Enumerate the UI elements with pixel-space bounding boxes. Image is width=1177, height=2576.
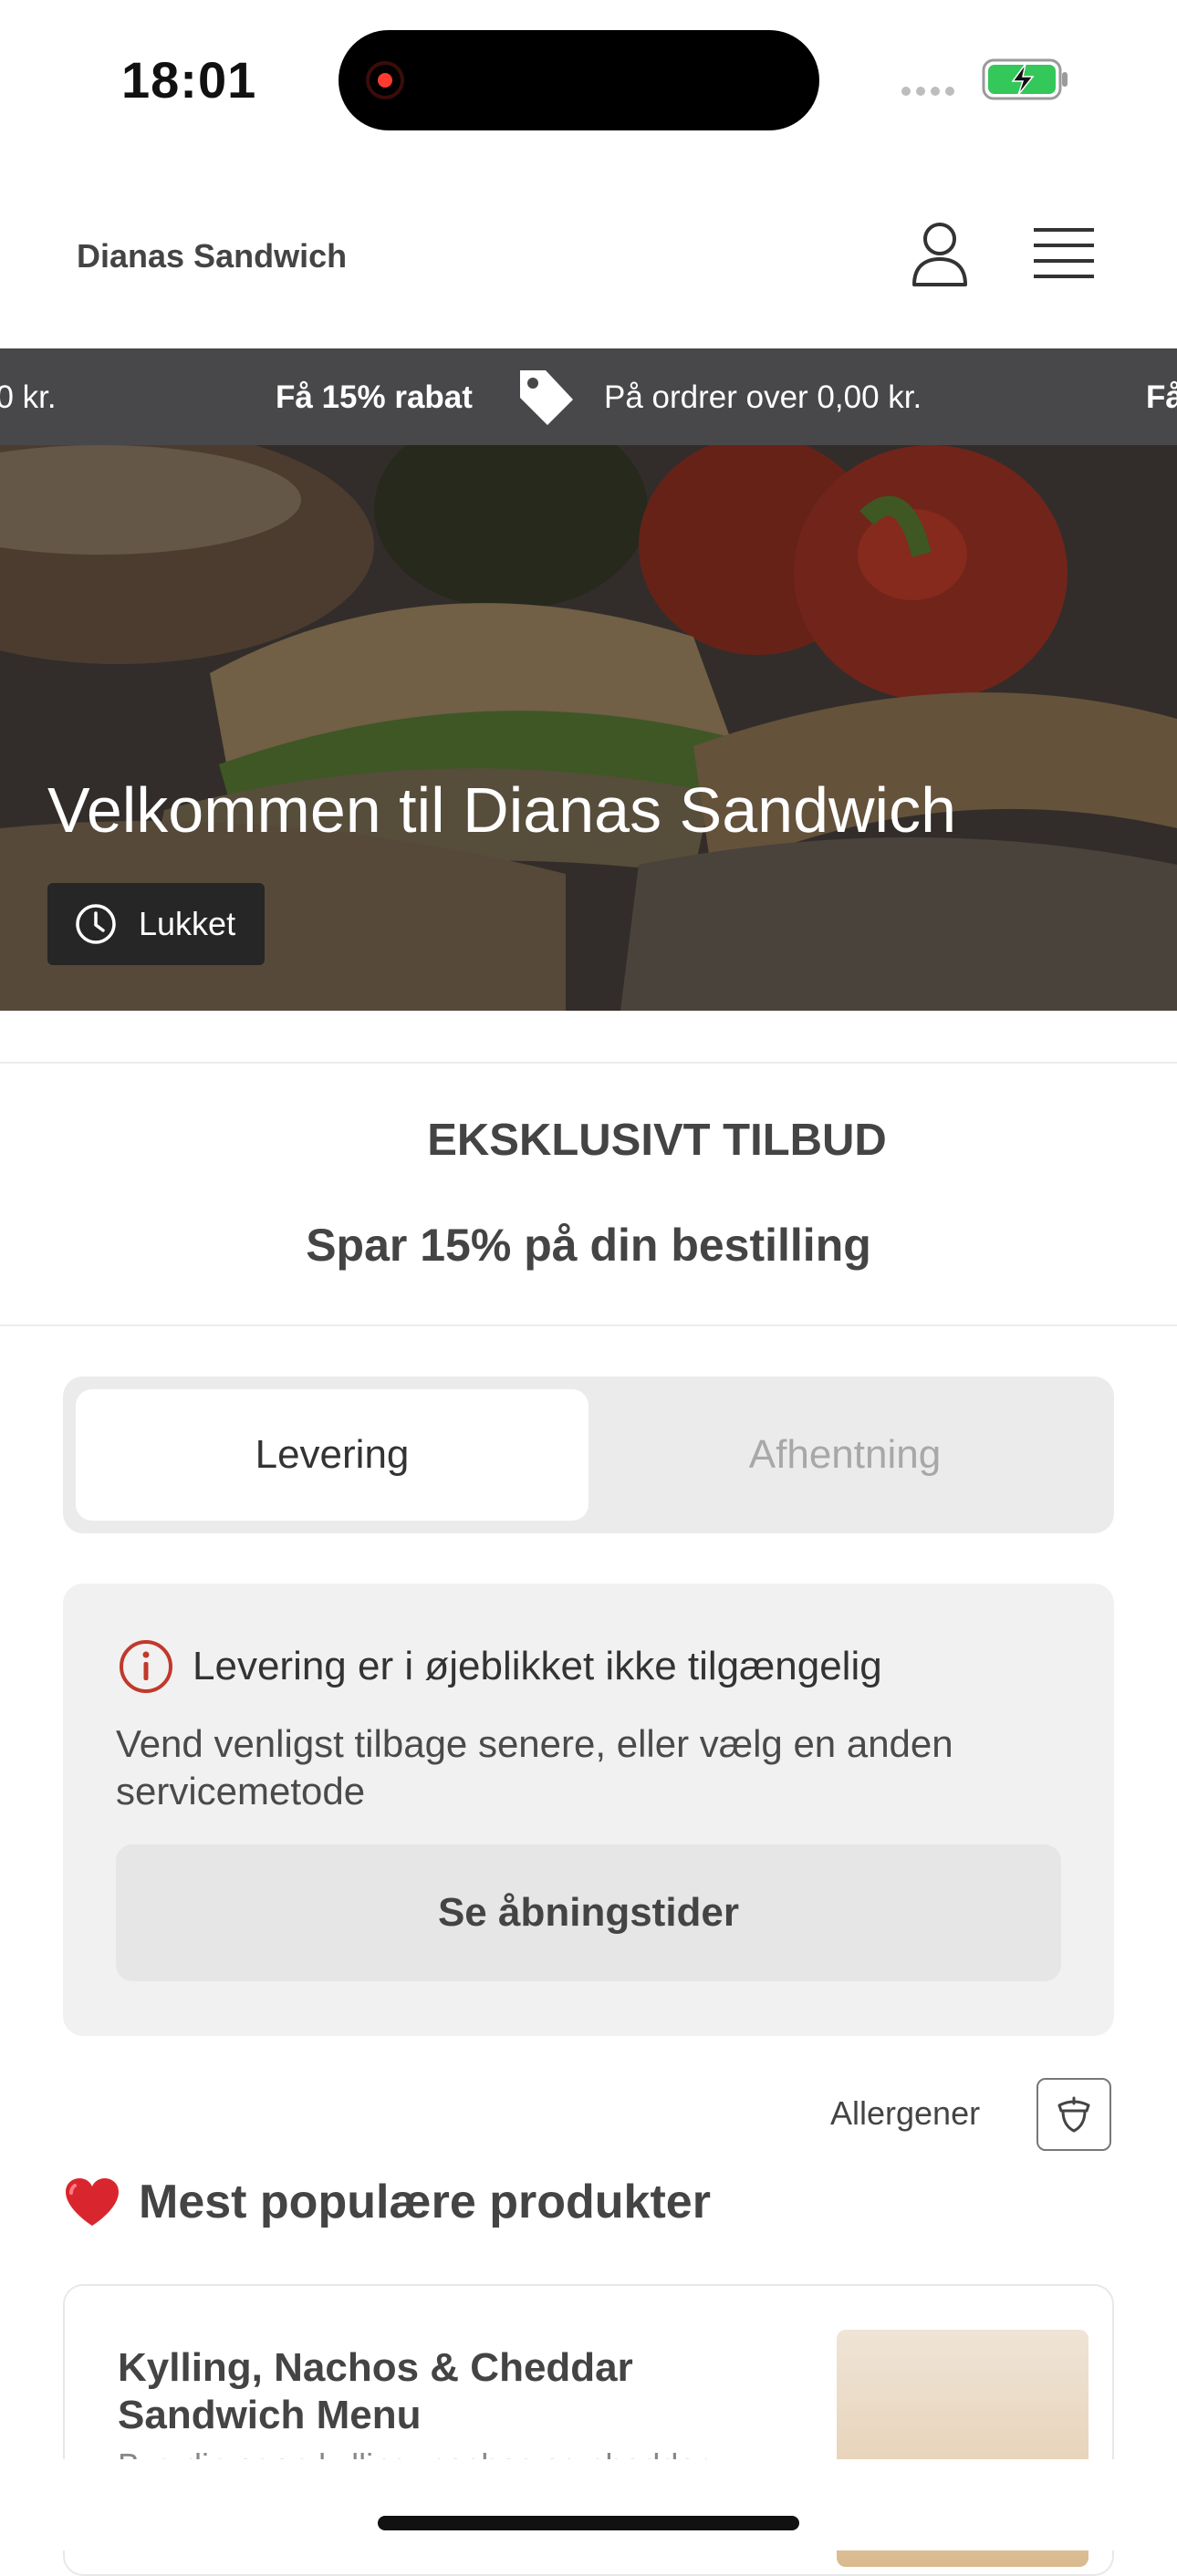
ticker-discount-label: Få 15% rabat <box>276 379 473 415</box>
allergens-button[interactable] <box>1036 2078 1111 2151</box>
offer-subtitle: Spar 15% på din bestilling <box>306 1220 871 1271</box>
promo-ticker: 00 kr. Få 15% rabat På ordrer over 0,00 … <box>0 348 1177 445</box>
app-header: Dianas Sandwich <box>0 155 1177 348</box>
store-status-badge: Lukket <box>47 883 266 965</box>
tag-icon <box>520 370 573 425</box>
info-icon <box>120 1640 172 1693</box>
tab-pickup[interactable]: Afhentning <box>588 1389 1101 1521</box>
popular-title-text: Mest populære produkter <box>139 2176 711 2228</box>
signal-icon <box>901 84 960 100</box>
divider <box>0 1062 1177 1064</box>
opening-hours-button[interactable]: Se åbningstider <box>116 1844 1061 1981</box>
notice-header: Levering er i øjeblikket ikke tilgængeli… <box>118 1638 882 1695</box>
dynamic-island <box>339 30 819 130</box>
tab-delivery[interactable]: Levering <box>76 1389 588 1521</box>
notice-text: Vend venligst tilbage senere, eller vælg… <box>116 1722 953 1813</box>
allergens-label[interactable]: Allergener <box>830 2094 980 2133</box>
popular-section-title: Mest populære produkter <box>64 2175 711 2229</box>
notice-title: Levering er i øjeblikket ikke tilgængeli… <box>193 1644 882 1688</box>
delivery-unavailable-notice: Levering er i øjeblikket ikke tilgængeli… <box>63 1584 1114 2036</box>
home-indicator[interactable] <box>378 2516 799 2530</box>
product-name: Kylling, Nachos & Cheddar Sandwich Menu <box>118 2345 633 2437</box>
hero-banner: Velkommen til Dianas Sandwich Lukket <box>0 445 1177 1011</box>
store-status-text: Lukket <box>139 905 236 942</box>
status-bar: 18:01 <box>0 0 1177 155</box>
acorn-icon <box>1057 2096 1090 2133</box>
brand-name[interactable]: Dianas Sandwich <box>77 237 347 275</box>
clock-icon <box>76 904 116 944</box>
service-method-toggle: Levering Afhentning <box>63 1376 1114 1533</box>
hero-title: Velkommen til Dianas Sandwich <box>47 774 957 846</box>
menu-icon[interactable] <box>1034 226 1094 281</box>
screen-recording-icon <box>366 61 404 99</box>
ticker-fragment-right: Få <box>1146 379 1177 415</box>
bottom-safe-area <box>0 2459 1177 2550</box>
divider <box>0 1324 1177 1326</box>
ticker-condition: På ordrer over 0,00 kr. <box>604 379 922 415</box>
status-time: 18:01 <box>121 51 257 109</box>
ticker-fragment-left: 00 kr. <box>0 379 57 415</box>
user-icon[interactable] <box>911 221 969 288</box>
heart-icon <box>66 2178 119 2226</box>
battery-charging-icon <box>982 58 1068 100</box>
offer-title: EKSKLUSIVT TILBUD <box>427 1116 887 1165</box>
